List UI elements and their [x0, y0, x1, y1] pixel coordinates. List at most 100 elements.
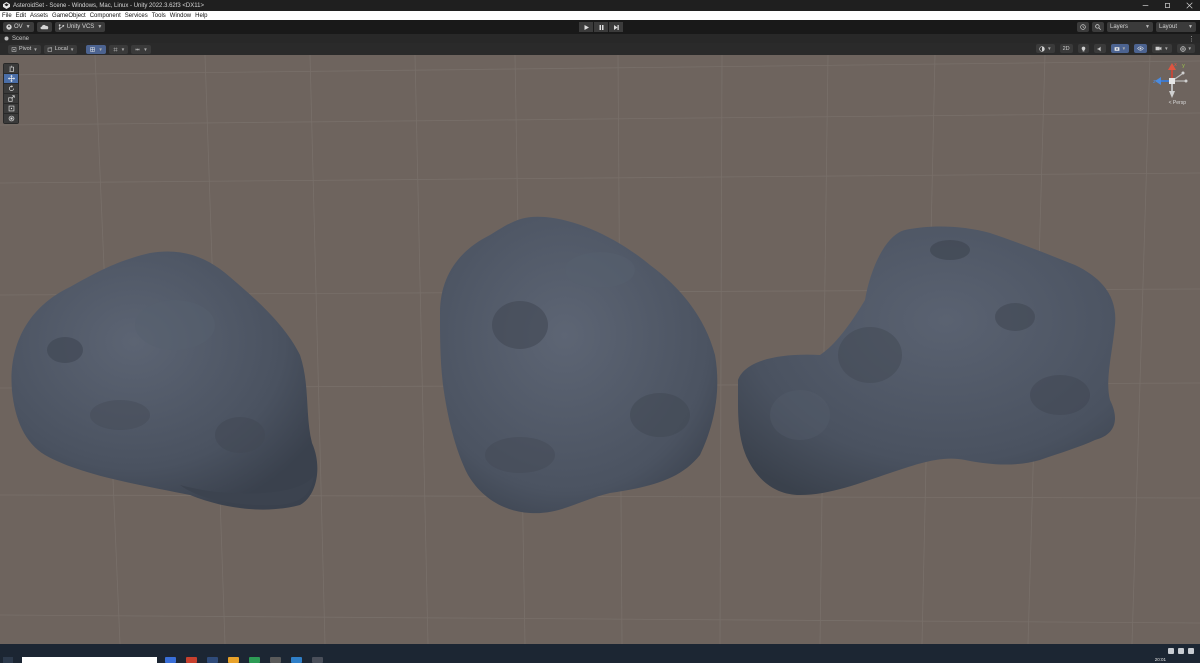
toggle-2d-label: 2D	[1062, 45, 1070, 52]
chevron-down-icon: ▼	[120, 46, 126, 52]
eye-icon	[1137, 46, 1144, 51]
taskbar-clock[interactable]: 20:01	[1155, 657, 1166, 662]
maximize-button[interactable]	[1156, 0, 1178, 11]
lighting-toggle[interactable]	[1077, 44, 1089, 53]
pivot-icon	[11, 46, 17, 52]
gizmo-z-cone[interactable]	[1155, 77, 1161, 85]
scene-toolbar: Pivot ▼ Local ▼ ▼ ▼ ▼ ▼ 2D ▼ ▼ ▼	[0, 43, 1200, 55]
pivot-dropdown[interactable]: Pivot ▼	[8, 44, 41, 54]
gizmo-center-cube[interactable]	[1169, 78, 1175, 84]
cloud-button[interactable]	[36, 22, 52, 32]
grid-snap-toggle[interactable]: ▼	[86, 44, 106, 54]
taskbar-app[interactable]	[291, 657, 302, 663]
menu-edit[interactable]: Edit	[16, 13, 26, 19]
projection-label[interactable]: < Persp	[1169, 100, 1186, 106]
taskbar-app[interactable]	[228, 657, 239, 663]
scale-tool-icon[interactable]	[4, 94, 18, 103]
menu-component[interactable]: Component	[90, 13, 121, 19]
increment-snap-toggle[interactable]: ▼	[131, 44, 151, 54]
account-button[interactable]: OV ▼	[3, 22, 34, 32]
window-titlebar: AsteroidSet - Scene - Windows, Mac, Linu…	[0, 0, 1200, 11]
toggle-2d-button[interactable]: 2D	[1059, 44, 1073, 53]
window-title: AsteroidSet - Scene - Windows, Mac, Linu…	[13, 2, 204, 9]
step-button[interactable]	[609, 22, 623, 32]
system-tray	[1168, 648, 1194, 654]
local-dropdown[interactable]: Local ▼	[43, 44, 78, 54]
grid-visibility-toggle[interactable]: ▼	[108, 44, 129, 54]
scene-visibility-toggle[interactable]	[1134, 44, 1148, 53]
gizmos-icon	[1179, 45, 1186, 52]
vcs-button[interactable]: Unity VCS ▼	[54, 22, 106, 32]
effects-dropdown[interactable]: ▼	[1110, 44, 1130, 53]
unity-logo-icon	[2, 2, 10, 10]
search-button[interactable]	[1092, 22, 1104, 32]
chevron-down-icon: ▼	[69, 46, 75, 52]
scene-tab-icon	[4, 36, 9, 41]
pause-button[interactable]	[594, 22, 608, 32]
gizmo-neg-z-handle[interactable]	[1184, 79, 1188, 83]
gizmos-dropdown[interactable]: ▼	[1176, 44, 1195, 53]
lightbulb-icon	[1081, 46, 1085, 51]
asteroid-3[interactable]	[738, 226, 1116, 495]
taskbar-app[interactable]	[312, 657, 323, 663]
transform-tool-icon[interactable]	[4, 114, 18, 123]
step-icon	[613, 24, 619, 30]
layers-dropdown[interactable]: Layers ▼	[1107, 22, 1153, 32]
layers-label: Layers	[1110, 24, 1129, 30]
layout-dropdown[interactable]: Layout ▼	[1156, 22, 1196, 32]
taskbar-app[interactable]	[270, 657, 281, 663]
scene-viewport[interactable]: y x z < Persp	[0, 55, 1200, 644]
chevron-down-icon: ▼	[1145, 24, 1150, 30]
pause-icon	[599, 24, 603, 30]
taskbar-app[interactable]	[207, 657, 218, 663]
asteroid-2[interactable]	[440, 216, 718, 514]
menu-tools[interactable]: Tools	[152, 13, 166, 19]
menu-services[interactable]: Services	[125, 13, 148, 19]
menu-file[interactable]: File	[2, 13, 12, 19]
audio-toggle[interactable]	[1093, 44, 1106, 53]
taskbar-app[interactable]	[249, 657, 260, 663]
history-button[interactable]	[1077, 22, 1089, 32]
menu-assets[interactable]: Assets	[30, 13, 48, 19]
move-tool-icon[interactable]	[4, 74, 18, 83]
taskbar-app[interactable]	[186, 657, 197, 663]
hand-tool-icon[interactable]	[4, 64, 18, 73]
start-button[interactable]	[3, 657, 13, 663]
menu-window[interactable]: Window	[170, 13, 191, 19]
taskbar-app[interactable]	[165, 657, 176, 663]
scene-tab-bar: Scene ⋮	[0, 34, 1200, 43]
pivot-label: Pivot	[19, 46, 32, 52]
snap-increment-icon	[135, 48, 140, 50]
gizmo-neg-y-cone[interactable]	[1169, 91, 1175, 98]
layout-label: Layout	[1159, 24, 1178, 30]
history-icon	[1080, 24, 1086, 30]
notification-icon[interactable]	[1188, 648, 1194, 654]
rect-tool-icon[interactable]	[4, 104, 18, 113]
minimize-button[interactable]	[1134, 0, 1156, 11]
draw-mode-dropdown[interactable]: ▼	[1036, 44, 1055, 53]
menu-help[interactable]: Help	[195, 13, 207, 19]
close-button[interactable]	[1178, 0, 1200, 11]
play-button[interactable]	[579, 22, 593, 32]
account-icon	[6, 24, 12, 30]
os-taskbar: 20:01	[0, 644, 1200, 663]
chevron-down-icon: ▼	[33, 46, 38, 52]
network-icon[interactable]	[1168, 648, 1174, 654]
rotate-tool-icon[interactable]	[4, 84, 18, 93]
effects-icon	[1114, 46, 1119, 51]
camera-settings-dropdown[interactable]: ▼	[1152, 44, 1172, 53]
chevron-down-icon: ▼	[1047, 46, 1052, 51]
gizmo-z-label: z	[1153, 79, 1156, 85]
scene-render	[0, 55, 1200, 644]
volume-icon[interactable]	[1178, 648, 1184, 654]
taskbar-search-input[interactable]	[22, 657, 157, 663]
menu-gameobject[interactable]: GameObject	[52, 13, 86, 19]
asteroid-1[interactable]	[11, 251, 318, 510]
gizmo-neg-x-handle[interactable]	[1181, 71, 1185, 75]
chevron-down-icon: ▼	[1187, 46, 1192, 51]
play-icon	[584, 24, 589, 30]
tab-scene[interactable]: Scene	[12, 36, 29, 42]
chevron-down-icon: ▼	[97, 24, 103, 30]
menubar: File Edit Assets GameObject Component Se…	[0, 11, 1200, 20]
more-options-icon[interactable]: ⋮	[1188, 35, 1195, 43]
